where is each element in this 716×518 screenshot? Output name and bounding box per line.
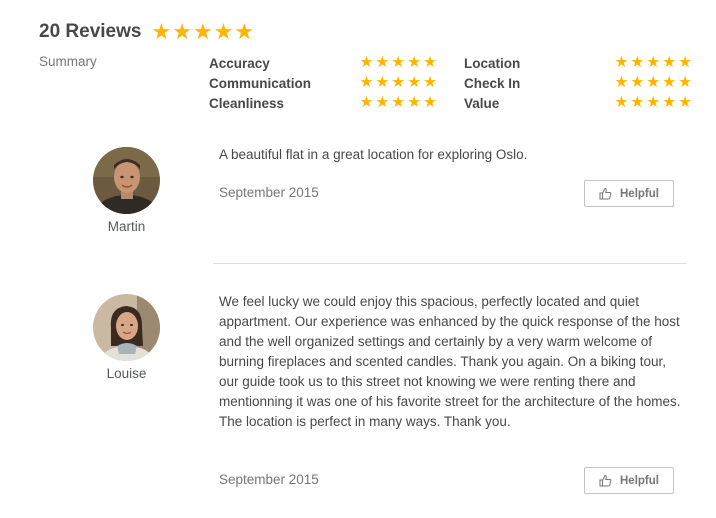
- helpful-button[interactable]: Helpful: [584, 467, 674, 494]
- rating-row-value: Value ★ ★ ★ ★ ★: [464, 93, 692, 113]
- star-icon: ★: [646, 74, 661, 91]
- rating-stars: ★ ★ ★ ★ ★: [357, 55, 437, 71]
- star-icon: ★: [172, 19, 192, 44]
- summary-label: Summary: [39, 54, 97, 69]
- rating-stars: ★ ★ ★ ★ ★: [612, 95, 692, 111]
- star-icon: ★: [614, 54, 629, 71]
- star-icon: ★: [359, 74, 374, 91]
- rating-label: Cleanliness: [209, 95, 285, 111]
- reviewer-photo: [93, 294, 160, 361]
- rating-row-accuracy: Accuracy ★ ★ ★ ★ ★: [209, 53, 437, 73]
- reviewer-photo: [93, 147, 160, 214]
- avatar[interactable]: [93, 147, 160, 214]
- helpful-label: Helpful: [620, 474, 659, 487]
- rating-row-communication: Communication ★ ★ ★ ★ ★: [209, 73, 437, 93]
- rating-label: Value: [464, 95, 500, 111]
- star-icon: ★: [234, 19, 255, 44]
- thumbs-up-icon: [599, 187, 612, 200]
- star-icon: ★: [630, 74, 645, 91]
- star-icon: ★: [407, 74, 422, 91]
- rating-label: Accuracy: [209, 55, 270, 71]
- review-divider: [213, 263, 687, 264]
- star-icon: ★: [375, 74, 390, 91]
- star-icon: ★: [423, 74, 437, 91]
- rating-label: Communication: [209, 75, 312, 91]
- star-icon: ★: [423, 54, 437, 71]
- reviewer-name[interactable]: Louise: [93, 366, 160, 381]
- star-icon: ★: [375, 54, 390, 71]
- star-icon: ★: [662, 74, 677, 91]
- star-icon: ★: [151, 19, 172, 44]
- star-icon: ★: [391, 94, 406, 111]
- rating-row-check-in: Check In ★ ★ ★ ★ ★: [464, 73, 692, 93]
- rating-stars: ★ ★ ★ ★ ★: [612, 55, 692, 71]
- avatar[interactable]: [93, 294, 160, 361]
- star-icon: ★: [678, 54, 692, 71]
- star-icon: ★: [359, 94, 374, 111]
- rating-column-right: Location ★ ★ ★ ★ ★ Check In ★ ★ ★ ★ ★ Value ★ ★ ★ ★…: [464, 53, 692, 113]
- star-icon: ★: [423, 94, 437, 111]
- rating-stars: ★ ★ ★ ★ ★: [612, 75, 692, 91]
- overall-rating-stars: ★ ★ ★ ★ ★: [151, 21, 255, 43]
- star-icon: ★: [375, 94, 390, 111]
- star-icon: ★: [662, 94, 677, 111]
- reviews-count-title: 20 Reviews: [39, 21, 142, 42]
- star-icon: ★: [646, 94, 661, 111]
- helpful-label: Helpful: [620, 187, 659, 200]
- review-text: A beautiful flat in a great location for…: [219, 147, 528, 162]
- reviews-header: 20 Reviews ★ ★ ★ ★ ★: [39, 18, 255, 46]
- star-icon: ★: [391, 74, 406, 91]
- rating-column-left: Accuracy ★ ★ ★ ★ ★ Communication ★ ★ ★ ★ ★ Clean…: [209, 53, 437, 113]
- star-icon: ★: [662, 54, 677, 71]
- star-icon: ★: [407, 94, 422, 111]
- rating-stars: ★ ★ ★ ★ ★: [357, 75, 437, 91]
- star-icon: ★: [391, 54, 406, 71]
- star-icon: ★: [630, 54, 645, 71]
- rating-label: Location: [464, 55, 521, 71]
- star-icon: ★: [646, 54, 661, 71]
- rating-row-cleanliness: Cleanliness ★ ★ ★ ★ ★: [209, 93, 437, 113]
- star-icon: ★: [678, 94, 692, 111]
- star-icon: ★: [614, 74, 629, 91]
- star-icon: ★: [630, 94, 645, 111]
- review-text: We feel lucky we could enjoy this spacio…: [219, 294, 681, 429]
- reviewer-name[interactable]: Martin: [93, 219, 160, 234]
- star-icon: ★: [678, 74, 692, 91]
- rating-stars: ★ ★ ★ ★ ★: [357, 95, 437, 111]
- thumbs-up-icon: [599, 474, 612, 487]
- star-icon: ★: [614, 94, 629, 111]
- review-date: September 2015: [219, 472, 319, 487]
- star-icon: ★: [192, 19, 213, 44]
- star-icon: ★: [359, 54, 374, 71]
- rating-row-location: Location ★ ★ ★ ★ ★: [464, 53, 692, 73]
- star-icon: ★: [407, 54, 422, 71]
- star-icon: ★: [213, 19, 234, 44]
- helpful-button[interactable]: Helpful: [584, 180, 674, 207]
- rating-label: Check In: [464, 75, 521, 91]
- review-date: September 2015: [219, 185, 319, 200]
